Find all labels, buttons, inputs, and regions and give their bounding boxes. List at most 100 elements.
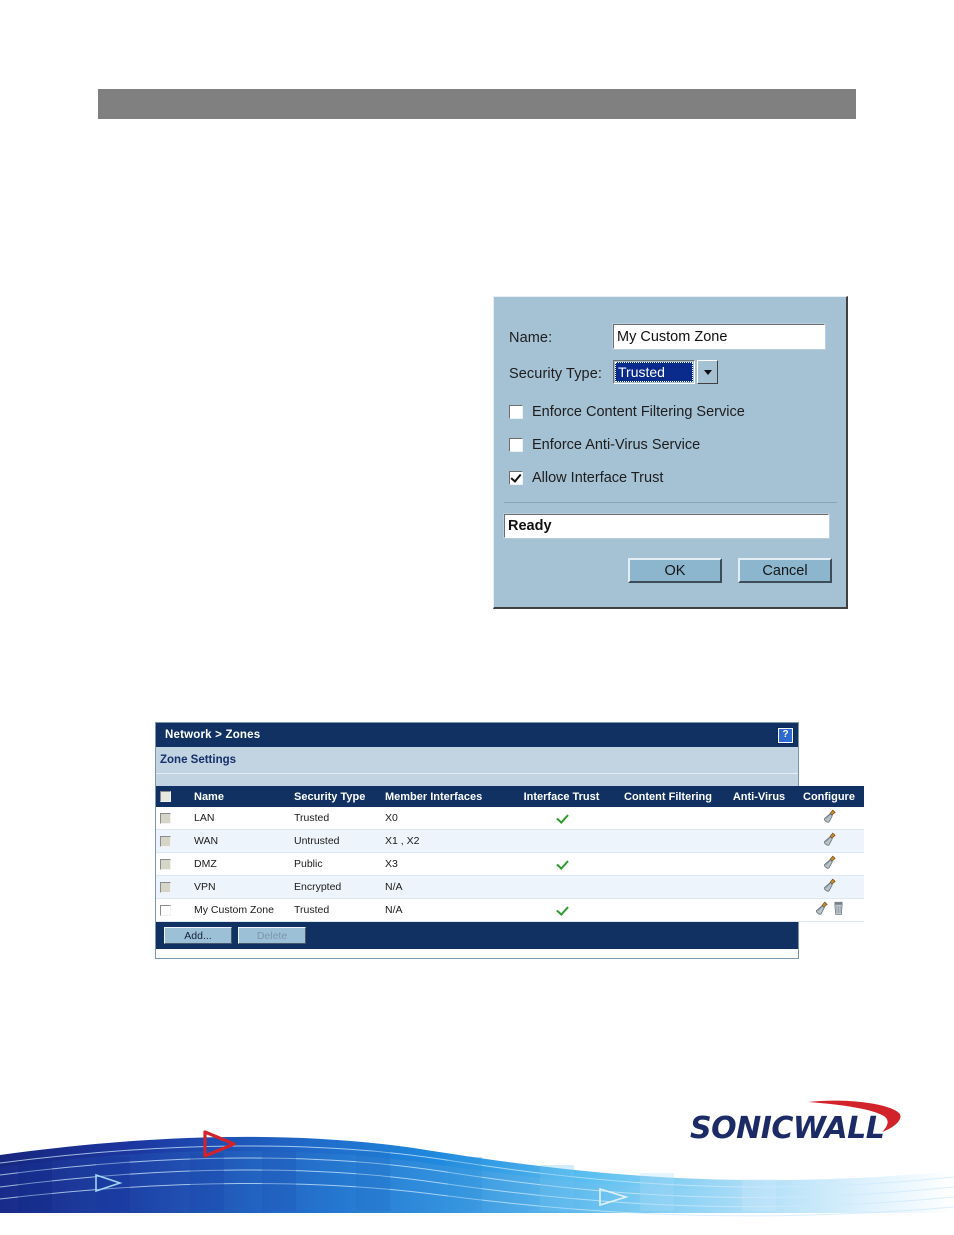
row-select-checkbox[interactable]: [160, 858, 171, 870]
cell-anti-virus: [724, 852, 794, 876]
cell-anti-virus: [724, 807, 794, 830]
column-header-interface-trust[interactable]: Interface Trust: [511, 786, 612, 807]
trowel-icon[interactable]: [822, 855, 837, 870]
cell-interface-trust: [511, 898, 612, 922]
column-header-member-interfaces[interactable]: Member Interfaces: [381, 786, 511, 807]
cell-security-type: Encrypted: [290, 875, 381, 899]
cell-interface-trust: [511, 807, 612, 830]
delete-button[interactable]: Delete: [238, 927, 306, 944]
security-type-value: Trusted: [615, 362, 693, 382]
configure-icon-group: [822, 832, 837, 847]
row-select-cell[interactable]: [156, 875, 190, 899]
help-icon[interactable]: ?: [777, 726, 794, 744]
zones-table: Name Security Type Member Interfaces Int…: [156, 786, 864, 922]
trash-icon[interactable]: [832, 901, 845, 916]
security-type-select[interactable]: Trusted: [613, 360, 695, 384]
cell-content-filtering: [612, 852, 724, 876]
zone-settings-section-band: Zone Settings: [156, 747, 798, 773]
cell-security-type: Trusted: [290, 807, 381, 830]
row-select-cell[interactable]: [156, 829, 190, 853]
cell-interface-trust: [511, 829, 612, 853]
column-header-name[interactable]: Name: [190, 786, 290, 807]
table-row[interactable]: My Custom Zone Trusted N/A: [156, 898, 864, 922]
cell-configure: [794, 852, 864, 876]
name-label: Name:: [509, 330, 553, 346]
cell-security-type: Trusted: [290, 898, 381, 922]
row-select-cell[interactable]: [156, 898, 190, 922]
cell-interface-trust: [511, 875, 612, 899]
row-select-cell[interactable]: [156, 852, 190, 876]
cell-anti-virus: [724, 875, 794, 899]
table-header-row: Name Security Type Member Interfaces Int…: [156, 786, 864, 807]
section-band-spacer: [156, 773, 798, 786]
row-select-checkbox[interactable]: [160, 835, 171, 847]
trowel-icon[interactable]: [822, 878, 837, 893]
enforce-anti-virus-checkbox[interactable]: [509, 438, 523, 452]
check-icon: [556, 904, 568, 916]
page-header-band: [98, 89, 856, 119]
enforce-anti-virus-label: Enforce Anti-Virus Service: [532, 437, 701, 453]
row-select-cell[interactable]: [156, 807, 190, 830]
section-title: Zone Settings: [160, 754, 237, 766]
table-row[interactable]: WAN Untrusted X1 , X2: [156, 829, 864, 853]
row-select-checkbox[interactable]: [160, 881, 171, 893]
configure-icon-group: [822, 809, 837, 824]
cell-member-interfaces: X0: [381, 807, 511, 830]
enforce-content-filtering-label: Enforce Content Filtering Service: [532, 404, 745, 420]
name-row: Name:: [509, 330, 552, 346]
cell-name: LAN: [190, 807, 290, 830]
enforce-content-filtering-checkbox[interactable]: [509, 405, 523, 419]
cell-configure: [794, 807, 864, 830]
sonicwall-logo: SONICWALL: [690, 1099, 905, 1146]
allow-interface-trust-checkbox-row[interactable]: Allow Interface Trust: [509, 470, 663, 486]
table-row[interactable]: LAN Trusted X0: [156, 807, 864, 830]
cell-member-interfaces: X1 , X2: [381, 829, 511, 853]
add-button[interactable]: Add...: [164, 927, 232, 944]
chevron-down-glyph: [703, 369, 712, 375]
column-header-anti-virus[interactable]: Anti-Virus: [724, 786, 794, 807]
trowel-icon[interactable]: [822, 809, 837, 824]
column-header-content-filtering[interactable]: Content Filtering: [612, 786, 724, 807]
network-zones-panel: Network > Zones ? Zone Settings Name Sec…: [155, 722, 864, 959]
status-field: Ready: [503, 513, 830, 539]
table-row[interactable]: DMZ Public X3: [156, 852, 864, 876]
breadcrumb: Network > Zones: [165, 729, 261, 741]
dialog-divider: [504, 502, 837, 503]
cancel-button[interactable]: Cancel: [738, 558, 832, 583]
allow-interface-trust-label: Allow Interface Trust: [532, 470, 664, 486]
check-icon: [556, 858, 568, 870]
cell-content-filtering: [612, 829, 724, 853]
select-all-header[interactable]: [156, 786, 190, 807]
cell-member-interfaces: N/A: [381, 898, 511, 922]
column-header-configure[interactable]: Configure: [794, 786, 864, 807]
cell-configure: [794, 898, 864, 922]
cell-name: WAN: [190, 829, 290, 853]
cell-name: My Custom Zone: [190, 898, 290, 922]
ok-button[interactable]: OK: [628, 558, 722, 583]
logo-wordmark: SONICWALL: [690, 1111, 885, 1146]
cell-content-filtering: [612, 898, 724, 922]
zones-table-body: LAN Trusted X0 WAN Untrusted X1 , X2 DMZ…: [156, 807, 864, 922]
trowel-icon[interactable]: [822, 832, 837, 847]
cell-member-interfaces: X3: [381, 852, 511, 876]
zones-table-footer: Add... Delete: [156, 922, 798, 949]
security-type-label: Security Type:: [509, 366, 603, 382]
check-icon: [556, 812, 568, 824]
cell-configure: [794, 875, 864, 899]
row-select-checkbox[interactable]: [160, 812, 171, 824]
column-header-security-type[interactable]: Security Type: [290, 786, 381, 807]
cell-configure: [794, 829, 864, 853]
enforce-anti-virus-checkbox-row[interactable]: Enforce Anti-Virus Service: [509, 437, 700, 453]
configure-icon-group: [814, 901, 845, 916]
row-select-checkbox[interactable]: [160, 904, 171, 916]
trowel-icon[interactable]: [814, 901, 829, 916]
chevron-down-icon[interactable]: [697, 360, 718, 384]
zone-name-input[interactable]: [612, 323, 826, 350]
allow-interface-trust-checkbox[interactable]: [509, 471, 523, 485]
enforce-content-filtering-checkbox-row[interactable]: Enforce Content Filtering Service: [509, 404, 745, 420]
select-all-checkbox[interactable]: [160, 791, 171, 803]
cell-content-filtering: [612, 875, 724, 899]
table-row[interactable]: VPN Encrypted N/A: [156, 875, 864, 899]
cell-name: DMZ: [190, 852, 290, 876]
cell-content-filtering: [612, 807, 724, 830]
